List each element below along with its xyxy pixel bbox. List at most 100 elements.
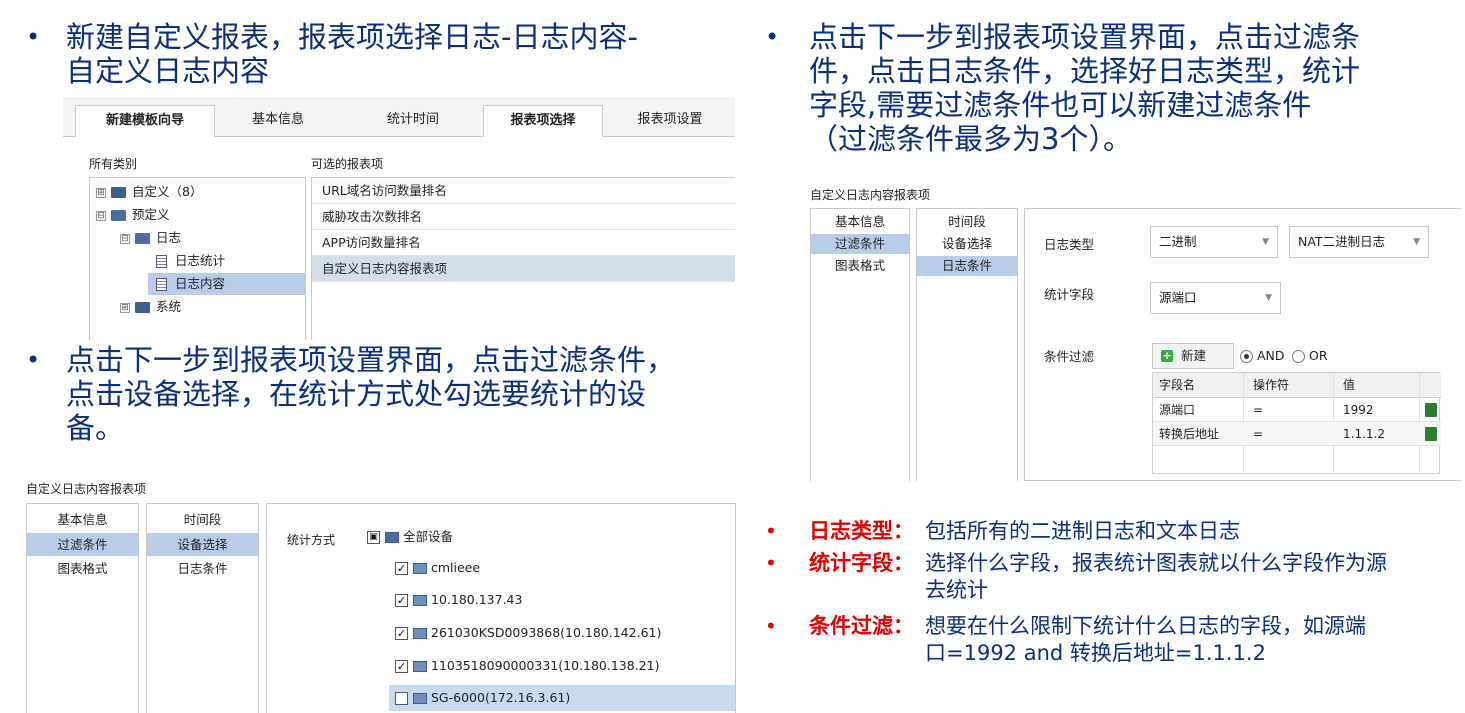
checkbox-checked[interactable]: ✓: [395, 594, 408, 607]
available-items-label: 可选的报表项: [311, 157, 384, 171]
folder-icon: [385, 532, 399, 543]
filter-nav: 时间段 设备选择 日志条件: [146, 503, 259, 713]
definition-text: 包括所有的二进制日志和文本日志: [925, 519, 1240, 543]
tree-item-log-content[interactable]: 日志内容: [148, 273, 305, 295]
new-filter-button[interactable]: + 新建: [1152, 343, 1234, 369]
instruction-text: 点击下一步到报表项设置界面，点击过滤条件， 点击设备选择，在统计方式处勾选要统计…: [66, 343, 676, 445]
panel-title: 自定义日志内容报表项: [810, 188, 931, 202]
delete-icon[interactable]: [1425, 427, 1437, 441]
list-item[interactable]: URL域名访问数量排名: [312, 178, 735, 204]
tree-item-label: 系统: [156, 299, 182, 314]
device-name: 10.180.137.43: [431, 592, 523, 607]
definition-log-type: • 日志类型： 包括所有的二进制日志和文本日志: [765, 518, 1455, 546]
device-name: 1103518090000331(10.180.138.21): [431, 658, 660, 673]
tab-new-template-wizard[interactable]: 新建模板向导: [75, 105, 215, 137]
device-selection-screenshot: 自定义日志内容报表项 基本信息 过滤条件 图表格式 时间段 设备选择 日志条件 …: [26, 480, 736, 713]
definition-text: 选择什么字段，报表统计图表就以什么字段作为源 去统计: [925, 551, 1387, 602]
settings-nav: 基本信息 过滤条件 图表格式: [26, 503, 139, 713]
radio-or[interactable]: OR: [1292, 348, 1328, 364]
tree-item-log[interactable]: ⊟ 日志: [120, 227, 300, 249]
bullet-marker: •: [26, 346, 41, 374]
checkbox-checked[interactable]: ✓: [395, 627, 408, 640]
nav-filter-conditions[interactable]: 过滤条件: [811, 234, 909, 254]
delete-icon[interactable]: [1425, 403, 1437, 417]
nav-device-selection[interactable]: 设备选择: [147, 533, 258, 556]
tree-item-system[interactable]: ⊞ 系统: [120, 296, 300, 318]
definition-key: 日志类型：: [809, 519, 914, 543]
expand-icon[interactable]: ⊞: [120, 302, 130, 313]
checkbox-checked[interactable]: ✓: [395, 562, 408, 575]
instruction-step-2: • 点击下一步到报表项设置界面，点击过滤条件， 点击设备选择，在统计方式处勾选要…: [26, 343, 766, 453]
chevron-down-icon: ▼: [1262, 237, 1269, 247]
radio-and-label: AND: [1257, 348, 1285, 363]
device-root[interactable]: ▣ 全部设备: [367, 524, 453, 550]
nav-basic-info[interactable]: 基本信息: [27, 508, 138, 531]
cond-filter-label: 条件过滤: [1044, 349, 1095, 364]
device-item[interactable]: ✓ 1103518090000331(10.180.138.21): [395, 653, 659, 679]
tree-item-log-stats[interactable]: 日志统计: [156, 250, 296, 272]
column-header: 字段名: [1159, 378, 1196, 392]
expand-icon[interactable]: ⊞: [96, 187, 106, 198]
log-type-value: 二进制: [1159, 234, 1197, 249]
tree-item-predefined[interactable]: ⊟ 预定义: [96, 204, 296, 226]
bullet-marker: •: [765, 23, 780, 51]
checkbox-checked[interactable]: ✓: [395, 660, 408, 673]
nav-chart-format[interactable]: 图表格式: [811, 256, 909, 276]
nav-time-range[interactable]: 时间段: [917, 212, 1017, 232]
condition-table: 字段名 操作符 值 源端口 = 1992 转换后地址 = 1.1.1.2: [1152, 372, 1441, 474]
folder-icon: [111, 187, 126, 198]
tree-item-label: 自定义（8）: [132, 184, 203, 199]
tab-basic-info[interactable]: 基本信息: [223, 105, 333, 137]
instruction-text: 新建自定义报表，报表项选择日志-日志内容- 自定义日志内容: [66, 20, 638, 88]
stat-field-label: 统计字段: [1044, 287, 1095, 302]
table-row[interactable]: 源端口 = 1992: [1153, 398, 1441, 422]
device-item[interactable]: ✓ cmlieee: [395, 555, 480, 581]
stat-field-select[interactable]: 源端口 ▼: [1150, 282, 1281, 314]
log-subtype-select[interactable]: NAT二进制日志 ▼: [1289, 226, 1429, 258]
table-row[interactable]: 转换后地址 = 1.1.1.2: [1153, 422, 1441, 446]
cell-field: 转换后地址: [1159, 427, 1220, 441]
device-icon: [413, 563, 427, 574]
tree-item-label: 日志统计: [175, 253, 226, 268]
tree-item-custom[interactable]: ⊞ 自定义（8）: [96, 181, 296, 203]
device-item[interactable]: ✓ 261030KSD0093868(10.180.142.61): [395, 620, 661, 646]
nav-filter-conditions[interactable]: 过滤条件: [27, 533, 138, 556]
list-item[interactable]: 威胁攻击次数排名: [312, 204, 735, 230]
stat-method-label: 统计方式: [287, 533, 336, 547]
available-items-list: URL域名访问数量排名 威胁攻击次数排名 APP访问数量排名 自定义日志内容报表…: [311, 177, 735, 340]
nav-device-selection[interactable]: 设备选择: [917, 234, 1017, 254]
nav-time-range[interactable]: 时间段: [147, 508, 258, 531]
tab-report-item-selection[interactable]: 报表项选择: [483, 105, 603, 137]
log-subtype-value: NAT二进制日志: [1298, 234, 1386, 249]
folder-icon: [135, 302, 150, 313]
list-item[interactable]: APP访问数量排名: [312, 230, 735, 256]
folder-open-icon: [111, 210, 126, 221]
definition-stat-field: • 统计字段： 选择什么字段，报表统计图表就以什么字段作为源 去统计: [765, 550, 1455, 606]
device-icon: [413, 693, 427, 704]
collapse-icon[interactable]: ⊟: [96, 210, 106, 221]
nav-log-conditions[interactable]: 日志条件: [147, 557, 258, 580]
radio-and[interactable]: AND: [1240, 348, 1285, 364]
collapse-icon[interactable]: ⊟: [120, 233, 130, 244]
instruction-text: 点击下一步到报表项设置界面，点击过滤条 件，点击日志条件，选择好日志类型，统计 …: [809, 20, 1361, 156]
new-button-label: 新建: [1181, 348, 1207, 363]
bullet-marker: •: [26, 23, 41, 51]
chevron-down-icon: ▼: [1265, 293, 1272, 303]
nav-basic-info[interactable]: 基本信息: [811, 212, 909, 232]
tree-toggle-icon[interactable]: ▣: [367, 531, 380, 544]
log-type-select[interactable]: 二进制 ▼: [1150, 226, 1278, 258]
device-icon: [413, 661, 427, 672]
category-tree: ⊞ 自定义（8） ⊟ 预定义 ⊟ 日志 日志统计 日志内容 ⊞ 系统: [89, 177, 306, 340]
nav-chart-format[interactable]: 图表格式: [27, 557, 138, 580]
device-item[interactable]: ✓ 10.180.137.43: [395, 587, 522, 613]
panel-title: 自定义日志内容报表项: [26, 482, 147, 496]
report-doc-icon: [156, 255, 167, 268]
stat-field-value: 源端口: [1159, 290, 1197, 305]
tab-stat-time[interactable]: 统计时间: [353, 105, 473, 137]
device-item-selected[interactable]: SG-6000(172.16.3.61): [389, 685, 735, 711]
bullet-marker: •: [765, 551, 777, 575]
checkbox-unchecked[interactable]: [395, 692, 408, 705]
tab-report-item-settings[interactable]: 报表项设置: [611, 105, 729, 137]
nav-log-conditions[interactable]: 日志条件: [917, 256, 1017, 276]
list-item-selected[interactable]: 自定义日志内容报表项: [312, 256, 735, 282]
